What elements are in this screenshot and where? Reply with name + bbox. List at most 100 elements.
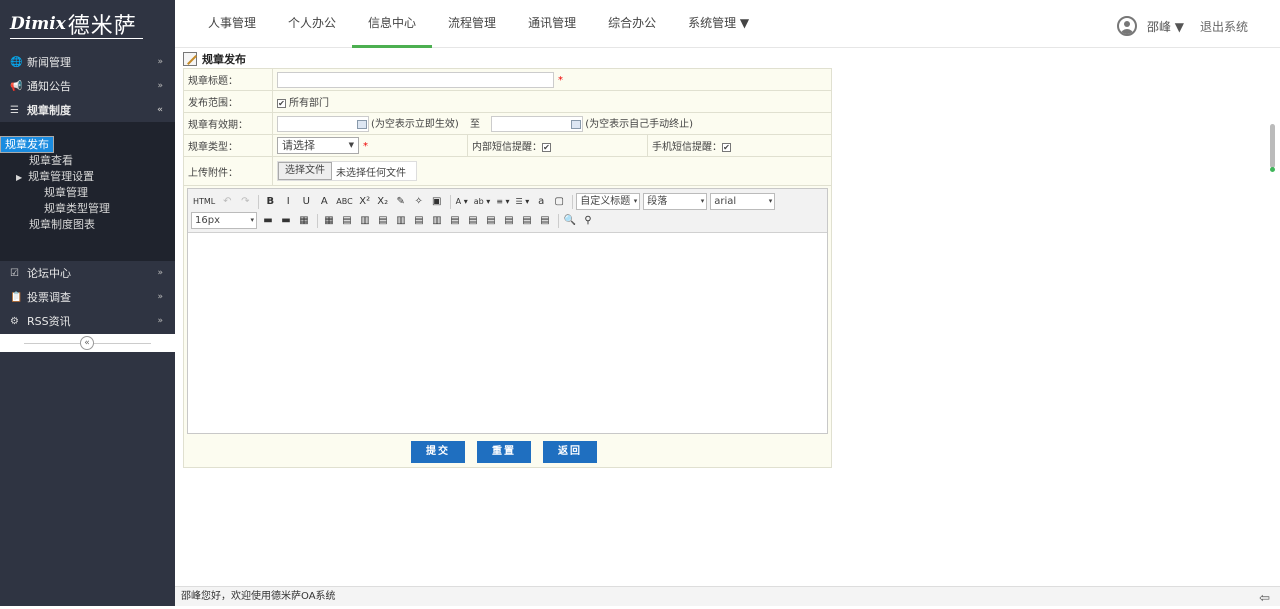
toolbar-tool-icon[interactable]: ↷	[237, 194, 253, 210]
sidebar-menu-b0[interactable]: ☑论坛中心»	[0, 261, 175, 285]
toolbar-tool-icon[interactable]: ▤	[447, 213, 463, 229]
editor-body[interactable]	[188, 233, 827, 433]
inner-sms-checkbox[interactable]: ✔	[542, 143, 551, 152]
toolbar-tool-icon[interactable]: X₂	[375, 194, 391, 210]
required-mark: *	[363, 141, 368, 152]
toolbar-tool-icon[interactable]: ✎	[393, 194, 409, 210]
calendar-icon[interactable]	[571, 120, 581, 129]
toolbar-tool-icon[interactable]: ☰ ▾	[514, 194, 532, 210]
font-select[interactable]: arial▾	[710, 193, 775, 210]
sidebar-menu-b2[interactable]: ⚙RSS资讯»	[0, 309, 175, 333]
expand-arrow-icon: »	[157, 268, 163, 278]
all-departments-checkbox[interactable]: ✔	[277, 99, 286, 108]
logo: Dimix 德米萨	[0, 0, 175, 48]
collapse-sidebar-icon[interactable]: «	[80, 336, 94, 350]
sidebar-subitem[interactable]: 规章查看	[0, 153, 175, 169]
toolbar-tool-icon[interactable]: ≡ ▾	[494, 194, 511, 210]
toolbar-tool-icon[interactable]: ABC	[334, 194, 354, 210]
toolbar-tool-icon[interactable]: A ▾	[454, 194, 470, 210]
sidebar-menu-t2[interactable]: ☰规章制度«	[0, 98, 175, 122]
toolbar-tool-icon[interactable]: ▤	[537, 213, 553, 229]
choose-file-button[interactable]: 选择文件	[278, 162, 332, 180]
toolbar-tool-icon[interactable]: ▤	[501, 213, 517, 229]
inner-sms-label: 内部短信提醒：	[472, 142, 542, 153]
toolbar-separator	[572, 195, 573, 209]
submit-button[interactable]: 提交	[411, 441, 465, 463]
sidebar-subitem-label: 规章查看	[29, 154, 73, 167]
valid-end-input[interactable]	[491, 116, 583, 132]
toolbar-tool-icon[interactable]: X²	[357, 194, 373, 210]
title-input[interactable]	[277, 72, 554, 88]
calendar-icon[interactable]	[357, 120, 367, 129]
toolbar-tool-icon[interactable]: ▥	[393, 213, 409, 229]
toolbar-tool-icon[interactable]: ab ▾	[472, 194, 493, 210]
sidebar-menu-t1[interactable]: 📢通知公告»	[0, 74, 175, 98]
mobile-sms-label: 手机短信提醒：	[652, 142, 722, 153]
toolbar-tool-icon[interactable]: ⚲	[580, 213, 596, 229]
heading-select[interactable]: 自定义标题▾	[576, 193, 640, 210]
toolbar-tool-icon[interactable]: I	[280, 194, 296, 210]
sidebar-subitem[interactable]: ▶规章管理设置	[0, 169, 175, 185]
sidebar-menu-label: 通知公告	[27, 78, 71, 94]
sidebar-subitem[interactable]: 规章制度图表	[0, 217, 175, 233]
nav-tab[interactable]: 信息中心	[352, 0, 432, 48]
sidebar-subitem[interactable]: 规章类型管理	[0, 201, 175, 217]
nav-tab[interactable]: 综合办公	[592, 0, 672, 48]
toolbar-tool-icon[interactable]: ▤	[339, 213, 355, 229]
toolbar-tool-icon[interactable]: ✧	[411, 194, 427, 210]
paragraph-select[interactable]: 段落▾	[643, 193, 707, 210]
logout-link[interactable]: 退出系统	[1200, 18, 1248, 35]
chevron-down-icon: ▾	[769, 194, 773, 209]
reset-button[interactable]: 重置	[477, 441, 531, 463]
logo-cn: 德米萨	[68, 8, 137, 40]
toolbar-tool-icon[interactable]: ▦	[296, 213, 312, 229]
toolbar-tool-icon[interactable]: ▤	[483, 213, 499, 229]
toolbar-tool-icon[interactable]: ▤	[375, 213, 391, 229]
toolbar-tool-icon[interactable]: ▤	[519, 213, 535, 229]
toolbar-tool-icon[interactable]: A	[316, 194, 332, 210]
toolbar-tool-icon[interactable]: ▢	[551, 194, 567, 210]
back-button[interactable]: 返回	[543, 441, 597, 463]
toolbar-tool-icon[interactable]: ▥	[357, 213, 373, 229]
toolbar-tool-icon[interactable]: ▤	[465, 213, 481, 229]
nav-tab[interactable]: 通讯管理	[512, 0, 592, 48]
chevron-down-icon: ▼	[349, 138, 354, 153]
toolbar-tool-icon[interactable]: ▬	[278, 213, 294, 229]
sidebar-menu-label: 论坛中心	[27, 265, 71, 281]
toolbar-separator	[450, 195, 451, 209]
scrollbar[interactable]	[1270, 124, 1275, 168]
toolbar-tool-icon[interactable]: ▤	[411, 213, 427, 229]
toolbar-tool-icon[interactable]: ↶	[219, 194, 235, 210]
paragraph-select-value: 段落	[647, 196, 667, 207]
nav-tab[interactable]: 人事管理	[192, 0, 272, 48]
toolbar-tool-icon[interactable]: ▣	[429, 194, 445, 210]
attach-label: 上传附件：	[184, 157, 273, 186]
back-arrow-icon[interactable]: ⇦	[1259, 589, 1270, 609]
sidebar-subitem[interactable]: 规章管理	[0, 185, 175, 201]
toolbar-tool-icon[interactable]: ▬	[260, 213, 276, 229]
sidebar-subitem[interactable]: 规章发布	[0, 136, 54, 153]
toolbar-tool-icon[interactable]: ▥	[429, 213, 445, 229]
toolbar-tool-icon[interactable]: U	[298, 194, 314, 210]
mobile-sms-checkbox[interactable]: ✔	[722, 143, 731, 152]
form-actions: 提交 重置 返回	[184, 436, 831, 467]
nav-tab[interactable]: 系统管理 ▼	[672, 0, 765, 48]
chevron-down-icon: ▾	[634, 194, 638, 209]
type-select[interactable]: 请选择▼	[277, 137, 359, 154]
nav-tab[interactable]: 个人办公	[272, 0, 352, 48]
file-input[interactable]: 选择文件 未选择任何文件	[277, 161, 417, 181]
edit-icon	[183, 52, 197, 66]
nav-tab[interactable]: 流程管理	[432, 0, 512, 48]
toolbar-tool-icon[interactable]: a	[533, 194, 549, 210]
sidebar-menu-b1[interactable]: 📋投票调查»	[0, 285, 175, 309]
toolbar-tool-icon[interactable]: ▦	[321, 213, 337, 229]
toolbar-tool-icon[interactable]: B	[262, 194, 278, 210]
user-menu[interactable]: 邵峰 ▼	[1117, 16, 1184, 36]
sidebar-menu-t0[interactable]: 🌐新闻管理»	[0, 50, 175, 74]
toolbar-separator	[317, 214, 318, 228]
font-size-select[interactable]: 16px▾	[191, 212, 257, 229]
toolbar-tool-icon[interactable]: HTML	[191, 194, 217, 210]
valid-start-input[interactable]	[277, 116, 369, 132]
toolbar-tool-icon[interactable]: 🔍	[562, 213, 578, 229]
sidebar-collapse-bar: «	[0, 334, 175, 352]
